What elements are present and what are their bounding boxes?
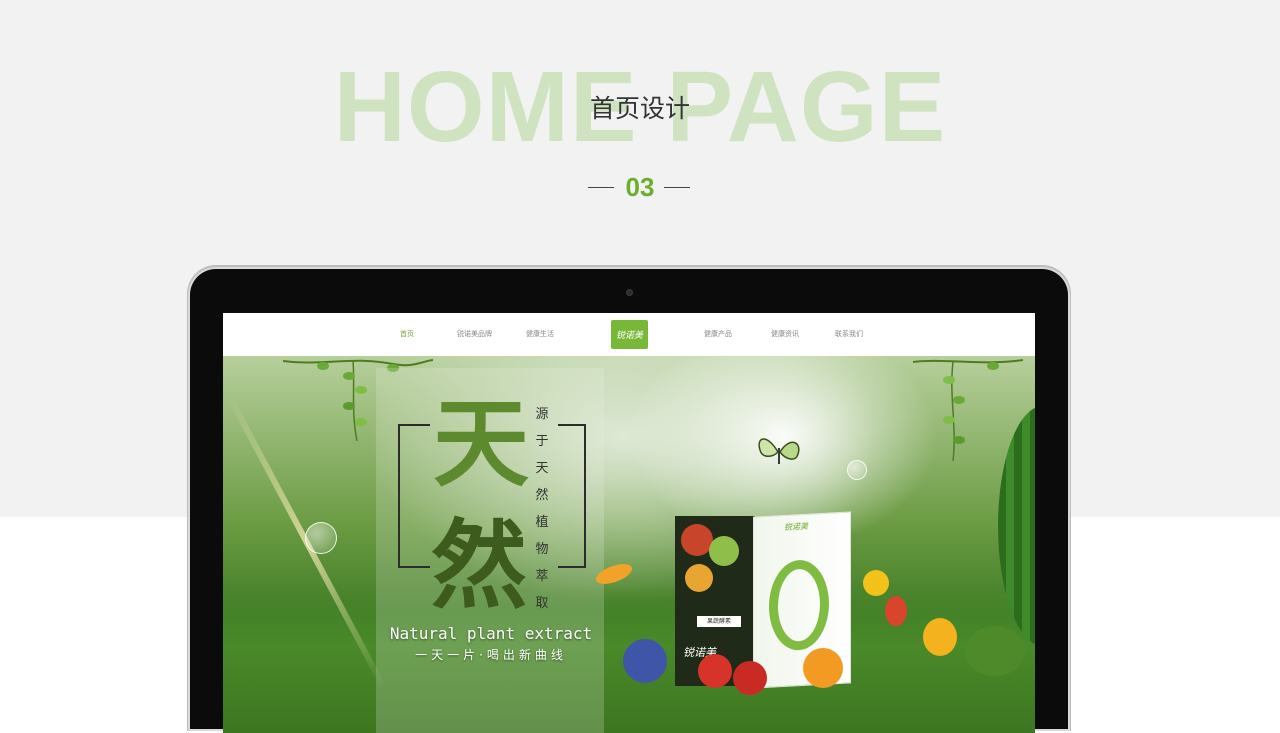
tomato-image bbox=[733, 661, 767, 695]
tomato-image bbox=[698, 654, 732, 688]
nav-item-healthy-life[interactable]: 健康生活 bbox=[526, 328, 554, 340]
orange-slice-image bbox=[803, 648, 843, 688]
nav-item-news[interactable]: 健康资讯 bbox=[771, 328, 799, 340]
site-logo[interactable]: 锐诺美 bbox=[611, 320, 648, 349]
bracket-right bbox=[558, 424, 586, 568]
bubble-decoration bbox=[847, 460, 867, 480]
bracket-left bbox=[398, 424, 430, 568]
butterfly-icon bbox=[758, 438, 800, 464]
hero-tagline-chinese: 一天一片·喝出新曲线 bbox=[415, 648, 567, 662]
hero-char-ran: 然 bbox=[431, 509, 527, 622]
hero-char-tian: 天 bbox=[433, 387, 529, 500]
bubble-decoration bbox=[305, 522, 337, 554]
separator-line-right bbox=[664, 187, 690, 188]
red-pepper-image bbox=[885, 596, 907, 626]
product-box-logo: 锐诺美 bbox=[784, 521, 808, 532]
laptop-screen: 首页 锐诺美品牌 健康生活 锐诺美 健康产品 健康资讯 联系我们 天 然 源于天… bbox=[223, 313, 1035, 733]
hero-tagline-english: Natural plant extract bbox=[389, 624, 593, 643]
nav-item-contact[interactable]: 联系我们 bbox=[835, 328, 863, 340]
yellow-fruit-image bbox=[863, 570, 889, 596]
hero-banner: 天 然 源于天然植物萃取 Natural plant extract 一天一片·… bbox=[223, 356, 1035, 733]
vine-decoration-right bbox=[913, 359, 1023, 462]
product-ring-graphic bbox=[769, 558, 829, 652]
broccoli-image bbox=[965, 626, 1025, 676]
nav-item-home[interactable]: 首页 bbox=[400, 328, 414, 340]
nav-item-brand[interactable]: 锐诺美品牌 bbox=[457, 328, 492, 340]
laptop-frame: 首页 锐诺美品牌 健康生活 锐诺美 健康产品 健康资讯 联系我们 天 然 源于天… bbox=[190, 269, 1068, 733]
hero-vertical-slogan: 源于天然植物萃取 bbox=[535, 407, 549, 611]
product-side-label: 果蔬酵素 bbox=[697, 616, 741, 627]
fruit-image bbox=[685, 564, 713, 592]
nav-item-products[interactable]: 健康产品 bbox=[704, 328, 732, 340]
yellow-pepper-image bbox=[923, 618, 957, 656]
blueberry-image bbox=[623, 639, 667, 683]
fruit-image bbox=[709, 536, 739, 566]
website-nav-bar: 首页 锐诺美品牌 健康生活 锐诺美 健康产品 健康资讯 联系我们 bbox=[223, 313, 1035, 356]
page-subtitle: 首页设计 bbox=[589, 94, 690, 123]
webcam-icon bbox=[626, 289, 633, 296]
section-number: 03 bbox=[625, 172, 655, 202]
